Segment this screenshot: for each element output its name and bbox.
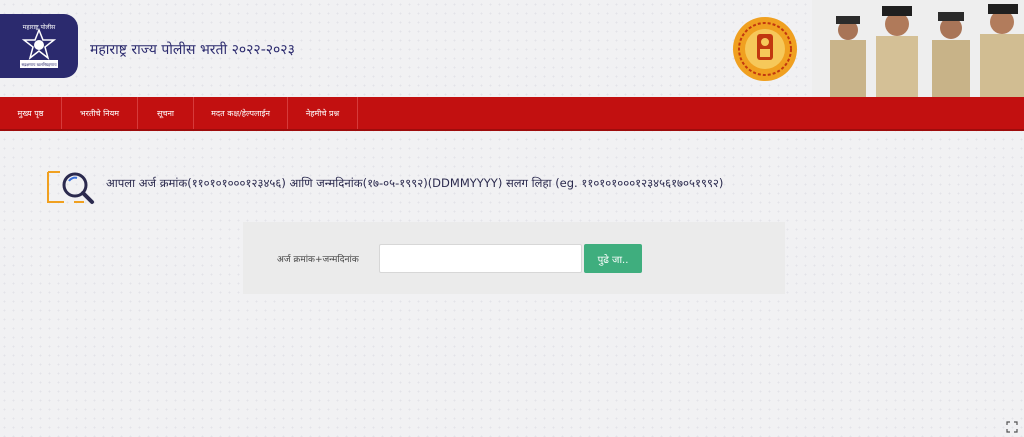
proceed-button[interactable]: पुढे जा.. bbox=[584, 244, 642, 273]
police-officers-image bbox=[812, 0, 1024, 97]
nav-item-home[interactable]: मुख्य पृष्ठ bbox=[0, 97, 62, 129]
application-dob-label: अर्ज क्रमांक+जन्मदिनांक bbox=[277, 255, 359, 265]
maharashtra-emblem-icon bbox=[733, 17, 797, 81]
application-dob-input[interactable] bbox=[379, 244, 582, 273]
nav-item-faq[interactable]: नेहमीचे प्रश्न bbox=[288, 97, 358, 129]
instruction-text: आपला अर्ज क्रमांक(११०१०१०००१२३४५६) आणि ज… bbox=[106, 176, 724, 190]
nav-item-notices[interactable]: सूचना bbox=[138, 97, 194, 129]
main-navbar: मुख्य पृष्ठ भरतीचे नियम सूचना मदत कक्ष/ह… bbox=[0, 97, 1024, 131]
search-document-icon bbox=[47, 171, 94, 204]
nav-item-helpdesk[interactable]: मदत कक्ष/हेल्पलाईन bbox=[194, 97, 288, 129]
police-badge-icon: महाराष्ट्र पोलीस सद्रक्षणाय खलनिग्रहणाय bbox=[20, 23, 58, 68]
police-logo[interactable]: महाराष्ट्र पोलीस सद्रक्षणाय खलनिग्रहणाय bbox=[0, 14, 78, 78]
nav-item-recruitment-rules[interactable]: भरतीचे नियम bbox=[62, 97, 138, 129]
header: महाराष्ट्र पोलीस सद्रक्षणाय खलनिग्रहणाय … bbox=[0, 0, 1024, 97]
logo-text-bottom: सद्रक्षणाय खलनिग्रहणाय bbox=[21, 62, 57, 67]
expand-icon[interactable] bbox=[1006, 421, 1018, 433]
site-title: महाराष्ट्र राज्य पोलीस भरती २०२२-२०२३ bbox=[90, 42, 295, 58]
